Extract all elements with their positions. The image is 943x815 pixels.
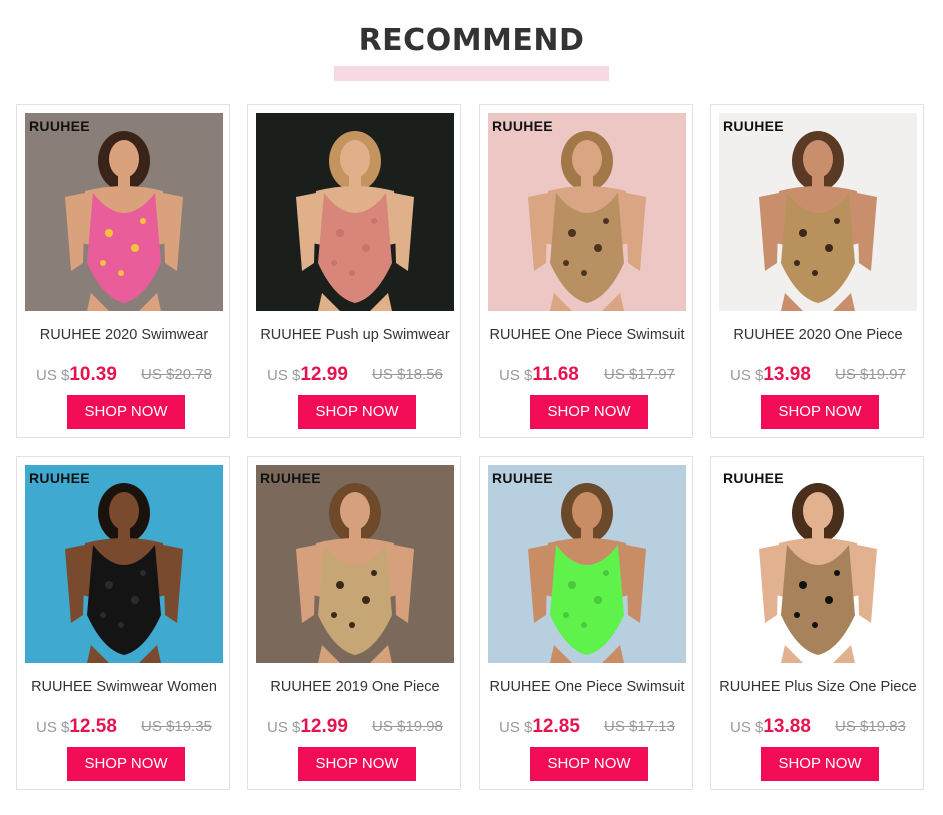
currency-label: US $ [36, 719, 70, 736]
product-title[interactable]: RUUHEE 2020 One Piece [717, 325, 919, 345]
price-row: US $11.68 US $17.97 [480, 363, 694, 387]
brand-watermark: RUUHEE [260, 470, 321, 486]
currency-label: US $ [730, 367, 764, 384]
current-price: US $12.85 [499, 715, 580, 740]
brand-watermark: RUUHEE [492, 470, 553, 486]
product-card[interactable]: RUUHEE Push up Swimwear US $12.99 US $18… [247, 104, 461, 438]
price-row: US $10.39 US $20.78 [17, 363, 231, 387]
product-title[interactable]: RUUHEE Push up Swimwear [254, 325, 456, 345]
product-title[interactable]: RUUHEE Swimwear Women [23, 677, 225, 697]
shop-now-button[interactable]: SHOP NOW [298, 395, 416, 429]
price-amount: 13.88 [763, 716, 811, 737]
product-image[interactable]: RUUHEE [25, 465, 223, 663]
original-price: US $19.35 [141, 718, 212, 735]
product-image[interactable]: RUUHEE [719, 113, 917, 311]
product-card[interactable]: RUUHEE RUUHEE 2019 One Piece US $12.99 U… [247, 456, 461, 790]
original-price: US $18.56 [372, 366, 443, 383]
brand-watermark: RUUHEE [29, 118, 90, 134]
original-price: US $19.98 [372, 718, 443, 735]
price-amount: 13.98 [763, 364, 811, 385]
current-price: US $10.39 [36, 363, 117, 388]
price-row: US $13.88 US $19.83 [711, 715, 925, 739]
product-title[interactable]: RUUHEE Plus Size One Piece [717, 677, 919, 697]
product-card[interactable]: RUUHEE RUUHEE 2020 Swimwear US $10.39 US… [16, 104, 230, 438]
price-row: US $12.99 US $18.56 [248, 363, 462, 387]
product-image[interactable]: RUUHEE [25, 113, 223, 311]
price-row: US $12.85 US $17.13 [480, 715, 694, 739]
shop-now-button[interactable]: SHOP NOW [761, 395, 879, 429]
heading-underline [334, 66, 609, 81]
brand-watermark: RUUHEE [29, 470, 90, 486]
current-price: US $13.88 [730, 715, 811, 740]
product-title[interactable]: RUUHEE 2020 Swimwear [23, 325, 225, 345]
product-image[interactable]: RUUHEE [719, 465, 917, 663]
product-card[interactable]: RUUHEE RUUHEE One Piece Swimsuit US $11.… [479, 104, 693, 438]
original-price: US $17.97 [604, 366, 675, 383]
shop-now-button[interactable]: SHOP NOW [530, 747, 648, 781]
brand-watermark: RUUHEE [723, 470, 784, 486]
brand-watermark: RUUHEE [723, 118, 784, 134]
price-amount: 12.58 [69, 716, 117, 737]
currency-label: US $ [267, 719, 301, 736]
current-price: US $12.99 [267, 363, 348, 388]
product-image[interactable]: RUUHEE [256, 465, 454, 663]
product-title[interactable]: RUUHEE One Piece Swimsuit [486, 677, 688, 697]
product-title[interactable]: RUUHEE 2019 One Piece [254, 677, 456, 697]
price-row: US $12.99 US $19.98 [248, 715, 462, 739]
currency-label: US $ [730, 719, 764, 736]
product-title[interactable]: RUUHEE One Piece Swimsuit [486, 325, 688, 345]
shop-now-button[interactable]: SHOP NOW [67, 395, 185, 429]
product-card[interactable]: RUUHEE RUUHEE 2020 One Piece US $13.98 U… [710, 104, 924, 438]
brand-watermark: RUUHEE [492, 118, 553, 134]
shop-now-button[interactable]: SHOP NOW [67, 747, 185, 781]
price-amount: 12.99 [300, 364, 348, 385]
price-amount: 10.39 [69, 364, 117, 385]
section-heading: RECOMMEND [0, 22, 943, 81]
price-amount: 11.68 [532, 364, 579, 385]
price-amount: 12.99 [300, 716, 348, 737]
product-image[interactable]: RUUHEE [488, 465, 686, 663]
shop-now-button[interactable]: SHOP NOW [530, 395, 648, 429]
product-card[interactable]: RUUHEE RUUHEE One Piece Swimsuit US $12.… [479, 456, 693, 790]
currency-label: US $ [267, 367, 301, 384]
original-price: US $20.78 [141, 366, 212, 383]
shop-now-button[interactable]: SHOP NOW [761, 747, 879, 781]
product-card[interactable]: RUUHEE RUUHEE Plus Size One Piece US $13… [710, 456, 924, 790]
shop-now-button[interactable]: SHOP NOW [298, 747, 416, 781]
price-row: US $12.58 US $19.35 [17, 715, 231, 739]
original-price: US $19.97 [835, 366, 906, 383]
section-title: RECOMMEND [358, 23, 585, 58]
current-price: US $13.98 [730, 363, 811, 388]
currency-label: US $ [499, 719, 533, 736]
product-image[interactable]: RUUHEE [488, 113, 686, 311]
price-amount: 12.85 [532, 716, 580, 737]
product-card[interactable]: RUUHEE RUUHEE Swimwear Women US $12.58 U… [16, 456, 230, 790]
current-price: US $11.68 [499, 363, 579, 388]
currency-label: US $ [36, 367, 70, 384]
product-image[interactable] [256, 113, 454, 311]
price-row: US $13.98 US $19.97 [711, 363, 925, 387]
current-price: US $12.58 [36, 715, 117, 740]
original-price: US $19.83 [835, 718, 906, 735]
currency-label: US $ [499, 367, 533, 384]
current-price: US $12.99 [267, 715, 348, 740]
original-price: US $17.13 [604, 718, 675, 735]
